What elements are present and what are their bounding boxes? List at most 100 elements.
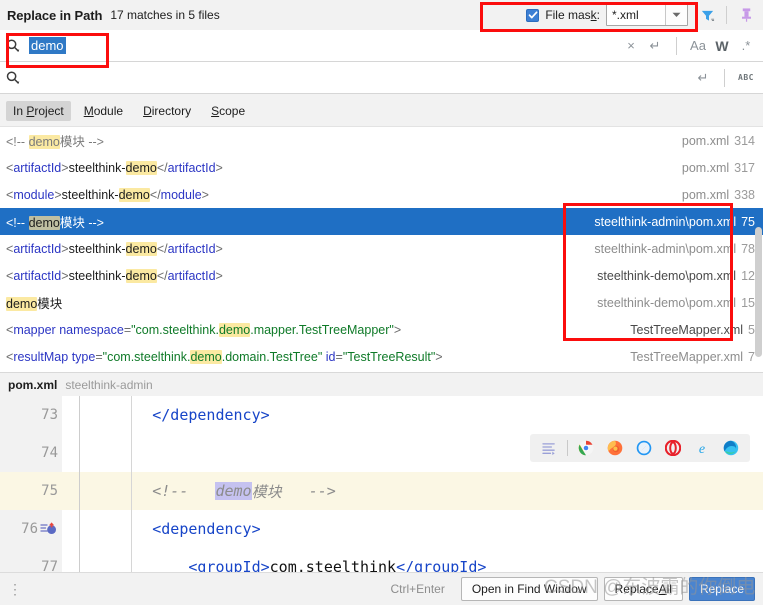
scope-tab-in-project[interactable]: In Project bbox=[6, 100, 71, 121]
line-number-gutter[interactable]: 75 bbox=[0, 472, 62, 510]
code-fold-column[interactable] bbox=[62, 396, 80, 434]
preview-header: pom.xml steelthink-admin bbox=[0, 372, 763, 396]
result-file-name: steelthink-demo\pom.xml bbox=[597, 268, 737, 283]
result-line-number: 317 bbox=[734, 160, 755, 175]
result-row-file: TestTreeMapper.xml 7 bbox=[618, 350, 755, 364]
reformat-icon[interactable] bbox=[538, 437, 560, 459]
result-file-name: steelthink-demo\pom.xml bbox=[597, 295, 737, 310]
chrome-icon[interactable] bbox=[575, 437, 597, 459]
result-row-text: demo模块 bbox=[6, 297, 63, 311]
code-fold-column[interactable] bbox=[62, 472, 80, 510]
result-row[interactable]: <mapper namespace="com.steelthink.demo.m… bbox=[0, 316, 763, 343]
result-line-number: 7 bbox=[748, 349, 755, 364]
result-file-name: pom.xml bbox=[681, 133, 730, 148]
regex-icon[interactable]: .* bbox=[735, 35, 757, 57]
maven-run-icon[interactable] bbox=[40, 521, 58, 537]
scope-tab-scope[interactable]: Scope bbox=[204, 101, 252, 121]
code-fold-column[interactable] bbox=[62, 548, 80, 572]
result-line-number: 338 bbox=[734, 187, 755, 202]
result-row[interactable]: <!-- demo模块 --> steelthink-admin\pom.xml 7… bbox=[0, 208, 763, 235]
newline-icon[interactable]: ↵ bbox=[644, 35, 666, 57]
line-number-gutter[interactable]: 77 bbox=[0, 548, 62, 572]
clear-icon[interactable]: × bbox=[620, 35, 642, 57]
replace-all-button[interactable]: Replace All bbox=[603, 577, 683, 601]
result-row-file: pom.xml 314 bbox=[670, 134, 755, 148]
result-file-name: steelthink-admin\pom.xml bbox=[594, 241, 737, 256]
opera-icon[interactable] bbox=[662, 437, 684, 459]
preview-file-name: pom.xml bbox=[8, 377, 58, 392]
search-replace-icon bbox=[2, 70, 24, 86]
result-row-file: pom.xml 317 bbox=[670, 161, 755, 175]
code-fold-column[interactable] bbox=[62, 434, 80, 472]
line-number: 77 bbox=[41, 559, 58, 572]
result-line-number: 12 bbox=[741, 268, 755, 283]
code-line-text: <groupId> com.steelthink </groupId> bbox=[80, 558, 487, 572]
search-input[interactable]: demo bbox=[29, 37, 66, 54]
more-options-icon[interactable]: ⋮ bbox=[8, 581, 23, 598]
pin-icon[interactable] bbox=[735, 4, 757, 26]
code-line[interactable]: 76 <dependency> bbox=[0, 510, 763, 548]
scope-tab-module[interactable]: Module bbox=[77, 101, 130, 121]
result-row-file: TestTreeMapper.xml 5 bbox=[618, 323, 755, 337]
ie-icon[interactable]: e bbox=[691, 437, 713, 459]
result-line-number: 5 bbox=[748, 322, 755, 337]
result-file-name: TestTreeMapper.xml bbox=[630, 322, 744, 337]
result-row-text: <!-- demo模块 --> bbox=[6, 135, 104, 149]
svg-text:e: e bbox=[699, 442, 705, 456]
code-line[interactable]: 73 </dependency> bbox=[0, 396, 763, 434]
result-row-file: steelthink-admin\pom.xml 78 bbox=[582, 242, 755, 256]
code-fold-column[interactable] bbox=[62, 510, 80, 548]
toolbar-divider bbox=[726, 6, 727, 24]
result-line-number: 78 bbox=[741, 241, 755, 256]
replace-button[interactable]: Replace bbox=[688, 577, 755, 601]
file-mask-group[interactable]: File mask: *.xml bbox=[526, 4, 688, 26]
result-file-name: pom.xml bbox=[681, 187, 730, 202]
result-file-name: pom.xml bbox=[681, 160, 730, 175]
result-row[interactable]: <artifactId>steelthink-demo</artifactId>… bbox=[0, 262, 763, 289]
find-options: × ↵ Aa W .* bbox=[620, 35, 763, 57]
preserve-case-icon[interactable]: ABC bbox=[735, 67, 757, 89]
code-line-text: <dependency> bbox=[80, 520, 261, 538]
line-number-gutter[interactable]: 73 bbox=[0, 396, 62, 434]
line-number: 75 bbox=[41, 483, 58, 499]
scope-tabs: In Project Module Directory Scope bbox=[0, 95, 763, 127]
file-mask-checkbox[interactable] bbox=[526, 8, 540, 22]
edge-icon[interactable] bbox=[720, 437, 742, 459]
result-row[interactable]: demo模块 steelthink-demo\pom.xml 15 bbox=[0, 289, 763, 316]
replace-input[interactable] bbox=[29, 77, 33, 79]
replace-row[interactable]: ↵ ABC bbox=[0, 62, 763, 94]
match-case-icon[interactable]: Aa bbox=[687, 35, 709, 57]
line-number-gutter[interactable]: 74 bbox=[0, 434, 62, 472]
result-row[interactable]: <!-- demo模块 --> pom.xml 314 bbox=[0, 127, 763, 154]
words-icon[interactable]: W bbox=[711, 35, 733, 57]
firefox-icon[interactable] bbox=[604, 437, 626, 459]
newline-icon[interactable]: ↵ bbox=[692, 67, 714, 89]
open-in-find-window-button[interactable]: Open in Find Window bbox=[460, 577, 598, 601]
code-preview[interactable]: 73 </dependency> 74 75 <!-- demo 模块 --> 76 <… bbox=[0, 396, 763, 572]
dialog-titlebar: Replace in Path 17 matches in 5 files Fi… bbox=[0, 0, 763, 30]
code-line-text: <!-- demo 模块 --> bbox=[80, 472, 763, 510]
filter-funnel-icon[interactable] bbox=[696, 4, 718, 26]
titlebar-right-controls: File mask: *.xml bbox=[526, 0, 763, 30]
code-line[interactable]: 75 <!-- demo 模块 --> bbox=[0, 472, 763, 510]
result-file-name: steelthink-admin\pom.xml bbox=[594, 214, 737, 229]
file-mask-combobox[interactable]: *.xml bbox=[606, 4, 688, 26]
result-row[interactable]: <resultMap type="com.steelthink.demo.dom… bbox=[0, 343, 763, 370]
results-scrollbar[interactable] bbox=[755, 227, 762, 357]
result-file-name: TestTreeMapper.xml bbox=[630, 349, 744, 364]
chevron-down-icon[interactable] bbox=[665, 5, 687, 25]
result-row[interactable]: <artifactId>steelthink-demo</artifactId>… bbox=[0, 154, 763, 181]
line-number: 76 bbox=[21, 521, 38, 537]
result-line-number: 314 bbox=[734, 133, 755, 148]
dialog-title: Replace in Path bbox=[7, 7, 103, 23]
safari-icon[interactable] bbox=[633, 437, 655, 459]
scope-tab-directory[interactable]: Directory bbox=[136, 101, 198, 121]
result-row[interactable]: <module>steelthink-demo</module> pom.xml 3… bbox=[0, 181, 763, 208]
line-number-gutter[interactable]: 76 bbox=[0, 510, 62, 548]
find-row[interactable]: demo × ↵ Aa W .* bbox=[0, 30, 763, 62]
code-line[interactable]: 77 <groupId> com.steelthink </groupId> bbox=[0, 548, 763, 572]
results-list[interactable]: <!-- demo模块 --> pom.xml 314 <artifactId>ste… bbox=[0, 127, 763, 372]
result-row-file: steelthink-admin\pom.xml 75 bbox=[582, 215, 755, 229]
file-mask-input[interactable]: *.xml bbox=[607, 5, 665, 25]
result-row[interactable]: <artifactId>steelthink-demo</artifactId>… bbox=[0, 235, 763, 262]
